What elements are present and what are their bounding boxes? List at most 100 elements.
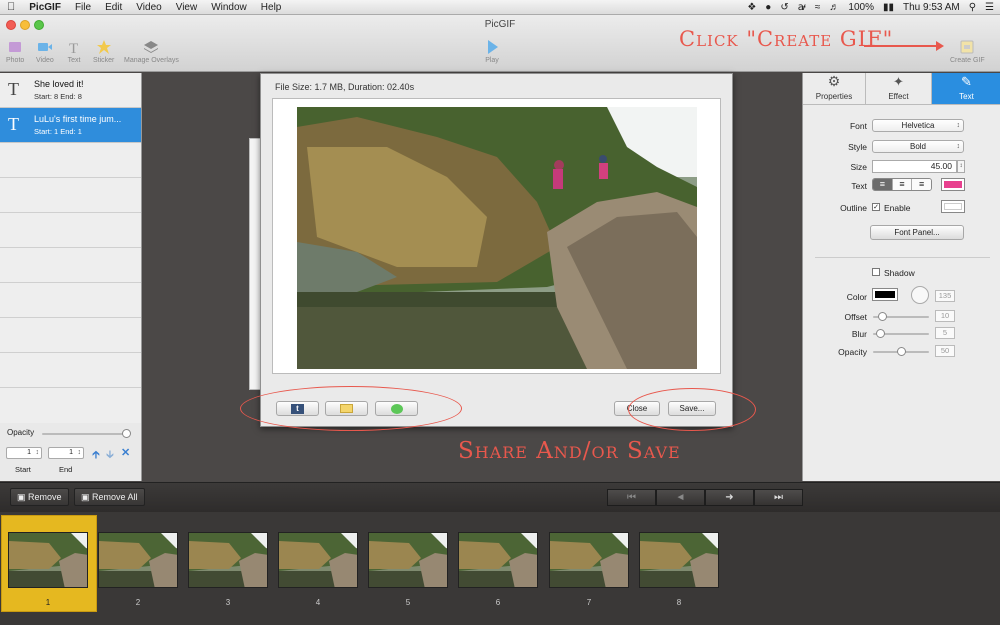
blur-slider[interactable] — [873, 329, 929, 338]
font-panel-button[interactable]: Font Panel... — [870, 225, 964, 240]
toolbar-video-button[interactable]: Video — [36, 39, 54, 64]
shadow-angle-value[interactable]: 135 — [935, 290, 955, 302]
tab-properties[interactable]: ⚙ Properties — [803, 73, 866, 104]
blur-label: Blur — [851, 329, 867, 339]
gif-preview-image — [297, 107, 697, 369]
outline-color-well[interactable] — [941, 200, 965, 213]
panel-divider — [815, 257, 990, 258]
shadow-color-well[interactable] — [872, 288, 898, 301]
frame-image — [9, 533, 87, 587]
tab-effect[interactable]: ✦ Effect — [866, 73, 932, 104]
offset-value[interactable]: 10 — [935, 310, 955, 322]
shadow-color-swatch — [875, 291, 895, 298]
file-info: File Size: 1.7 MB, Duration: 02.40s — [275, 82, 415, 92]
toolbar-sticker-button[interactable]: Sticker — [93, 39, 114, 64]
size-stepper[interactable]: ↕ — [957, 160, 965, 173]
opacity-slider-knob[interactable] — [122, 429, 131, 438]
frame-image — [369, 533, 447, 587]
align-right-button[interactable]: ≡ — [911, 179, 931, 190]
offset-slider-knob[interactable] — [878, 312, 887, 321]
shadow-angle-dial[interactable] — [911, 286, 929, 304]
delete-overlay-icon[interactable]: ✕ — [121, 446, 130, 459]
end-stepper[interactable]: 1 — [48, 447, 84, 459]
frame-thumbnail[interactable] — [278, 532, 358, 588]
first-frame-button[interactable]: ⏮ — [607, 489, 656, 506]
menu-video[interactable]: Video — [129, 0, 168, 15]
battery-text[interactable]: 100% — [848, 2, 874, 13]
preview-sheet: File Size: 1.7 MB, Duration: 02.40s t Cl… — [260, 73, 733, 427]
toolbar-play-button[interactable]: Play — [484, 39, 500, 64]
bluetooth-icon[interactable]: ꜻ — [798, 2, 806, 13]
overlay-item[interactable]: T She loved it! Start: 8 End: 8 — [0, 73, 141, 108]
shadow-opacity-value[interactable]: 50 — [935, 345, 955, 357]
font-select[interactable]: Helvetica — [872, 119, 964, 132]
wifi-icon[interactable]: ≈ — [815, 2, 821, 13]
opacity-slider[interactable] — [42, 429, 131, 438]
toolbar-manage-overlays-button[interactable]: Manage Overlays — [124, 39, 179, 64]
clock[interactable]: Thu 9:53 AM — [903, 2, 960, 13]
spotlight-icon[interactable]: ⚲ — [969, 2, 976, 13]
offset-slider[interactable] — [873, 312, 929, 321]
frame-thumbnail[interactable] — [368, 532, 448, 588]
annotation-create-gif: Click "Create GIF" — [679, 27, 894, 51]
apple-menu[interactable]:  — [0, 0, 22, 15]
frame-image — [459, 533, 537, 587]
align-center-button[interactable]: ≡ — [891, 179, 912, 190]
annotation-ellipse-share — [240, 386, 462, 431]
remove-frame-button[interactable]: ▣ Remove — [10, 488, 69, 506]
shadow-opacity-slider[interactable] — [873, 347, 929, 356]
text-color-well[interactable] — [941, 178, 965, 191]
start-stepper[interactable]: 1 — [6, 447, 42, 459]
size-field[interactable]: 45.00 — [872, 160, 957, 173]
frame-thumbnail[interactable] — [458, 532, 538, 588]
first-frame-icon: ⏮ — [627, 492, 636, 503]
outline-enable-label: Enable — [884, 203, 911, 213]
frame-thumbnail[interactable] — [8, 532, 88, 588]
frame-number: 1 — [45, 598, 51, 607]
remove-all-frames-button[interactable]: ▣ Remove All — [74, 488, 145, 506]
toolbar-sticker-label: Sticker — [93, 57, 115, 64]
tabs-divider — [803, 104, 1000, 105]
notification-icon[interactable]: ● — [765, 2, 771, 13]
blur-value[interactable]: 5 — [935, 327, 955, 339]
outline-label: Outline — [840, 203, 867, 213]
move-up-icon[interactable]: 🡱 — [92, 446, 100, 465]
toolbar-photo-button[interactable]: Photo — [6, 39, 24, 64]
blur-slider-knob[interactable] — [876, 329, 885, 338]
frame-thumbnail[interactable] — [98, 532, 178, 588]
frame-thumbnail[interactable] — [188, 532, 268, 588]
menu-view[interactable]: View — [169, 0, 205, 15]
notification-center-icon[interactable]: ☰ — [985, 2, 994, 13]
menu-help[interactable]: Help — [254, 0, 289, 15]
style-select[interactable]: Bold — [872, 140, 964, 153]
tab-text[interactable]: ✎ Text — [932, 73, 1000, 104]
app-menu[interactable]: PicGIF — [22, 0, 68, 15]
annotation-ellipse-save — [628, 388, 756, 431]
dropbox-icon[interactable]: ❖ — [747, 2, 756, 13]
outline-enable-checkbox[interactable]: ✓ — [872, 203, 880, 211]
frame-thumbnail[interactable] — [549, 532, 629, 588]
menu-file[interactable]: File — [68, 0, 98, 15]
frame-number: 6 — [495, 598, 501, 607]
overlay-item-selected[interactable]: T LuLu's first time jum... Start: 1 End:… — [0, 108, 141, 143]
empty-row — [0, 283, 141, 318]
shadow-checkbox[interactable] — [872, 268, 880, 276]
shadow-opacity-knob[interactable] — [897, 347, 906, 356]
last-frame-button[interactable]: ⏭ — [754, 489, 803, 506]
prev-frame-icon: ◄ — [675, 492, 686, 503]
toolbar-create-gif-button[interactable]: Create GIF — [950, 39, 985, 64]
time-machine-icon[interactable]: ↺ — [780, 2, 788, 13]
text-label: Text — [851, 181, 867, 191]
menu-window[interactable]: Window — [204, 0, 254, 15]
next-frame-button[interactable]: ➜ — [705, 489, 754, 506]
prev-frame-button[interactable]: ◄ — [656, 489, 705, 506]
move-down-icon[interactable]: 🡳 — [106, 446, 114, 465]
toolbar-text-button[interactable]: T Text — [66, 39, 82, 64]
empty-row — [0, 318, 141, 353]
overlay-opacity-area: Opacity 1 1 🡱 🡳 ✕ Start End — [0, 423, 141, 481]
align-left-button[interactable]: ≡ — [873, 179, 892, 190]
volume-icon[interactable]: ♬ — [829, 2, 839, 13]
next-frame-icon: ➜ — [725, 492, 734, 503]
frame-thumbnail[interactable] — [639, 532, 719, 588]
menu-edit[interactable]: Edit — [98, 0, 129, 15]
